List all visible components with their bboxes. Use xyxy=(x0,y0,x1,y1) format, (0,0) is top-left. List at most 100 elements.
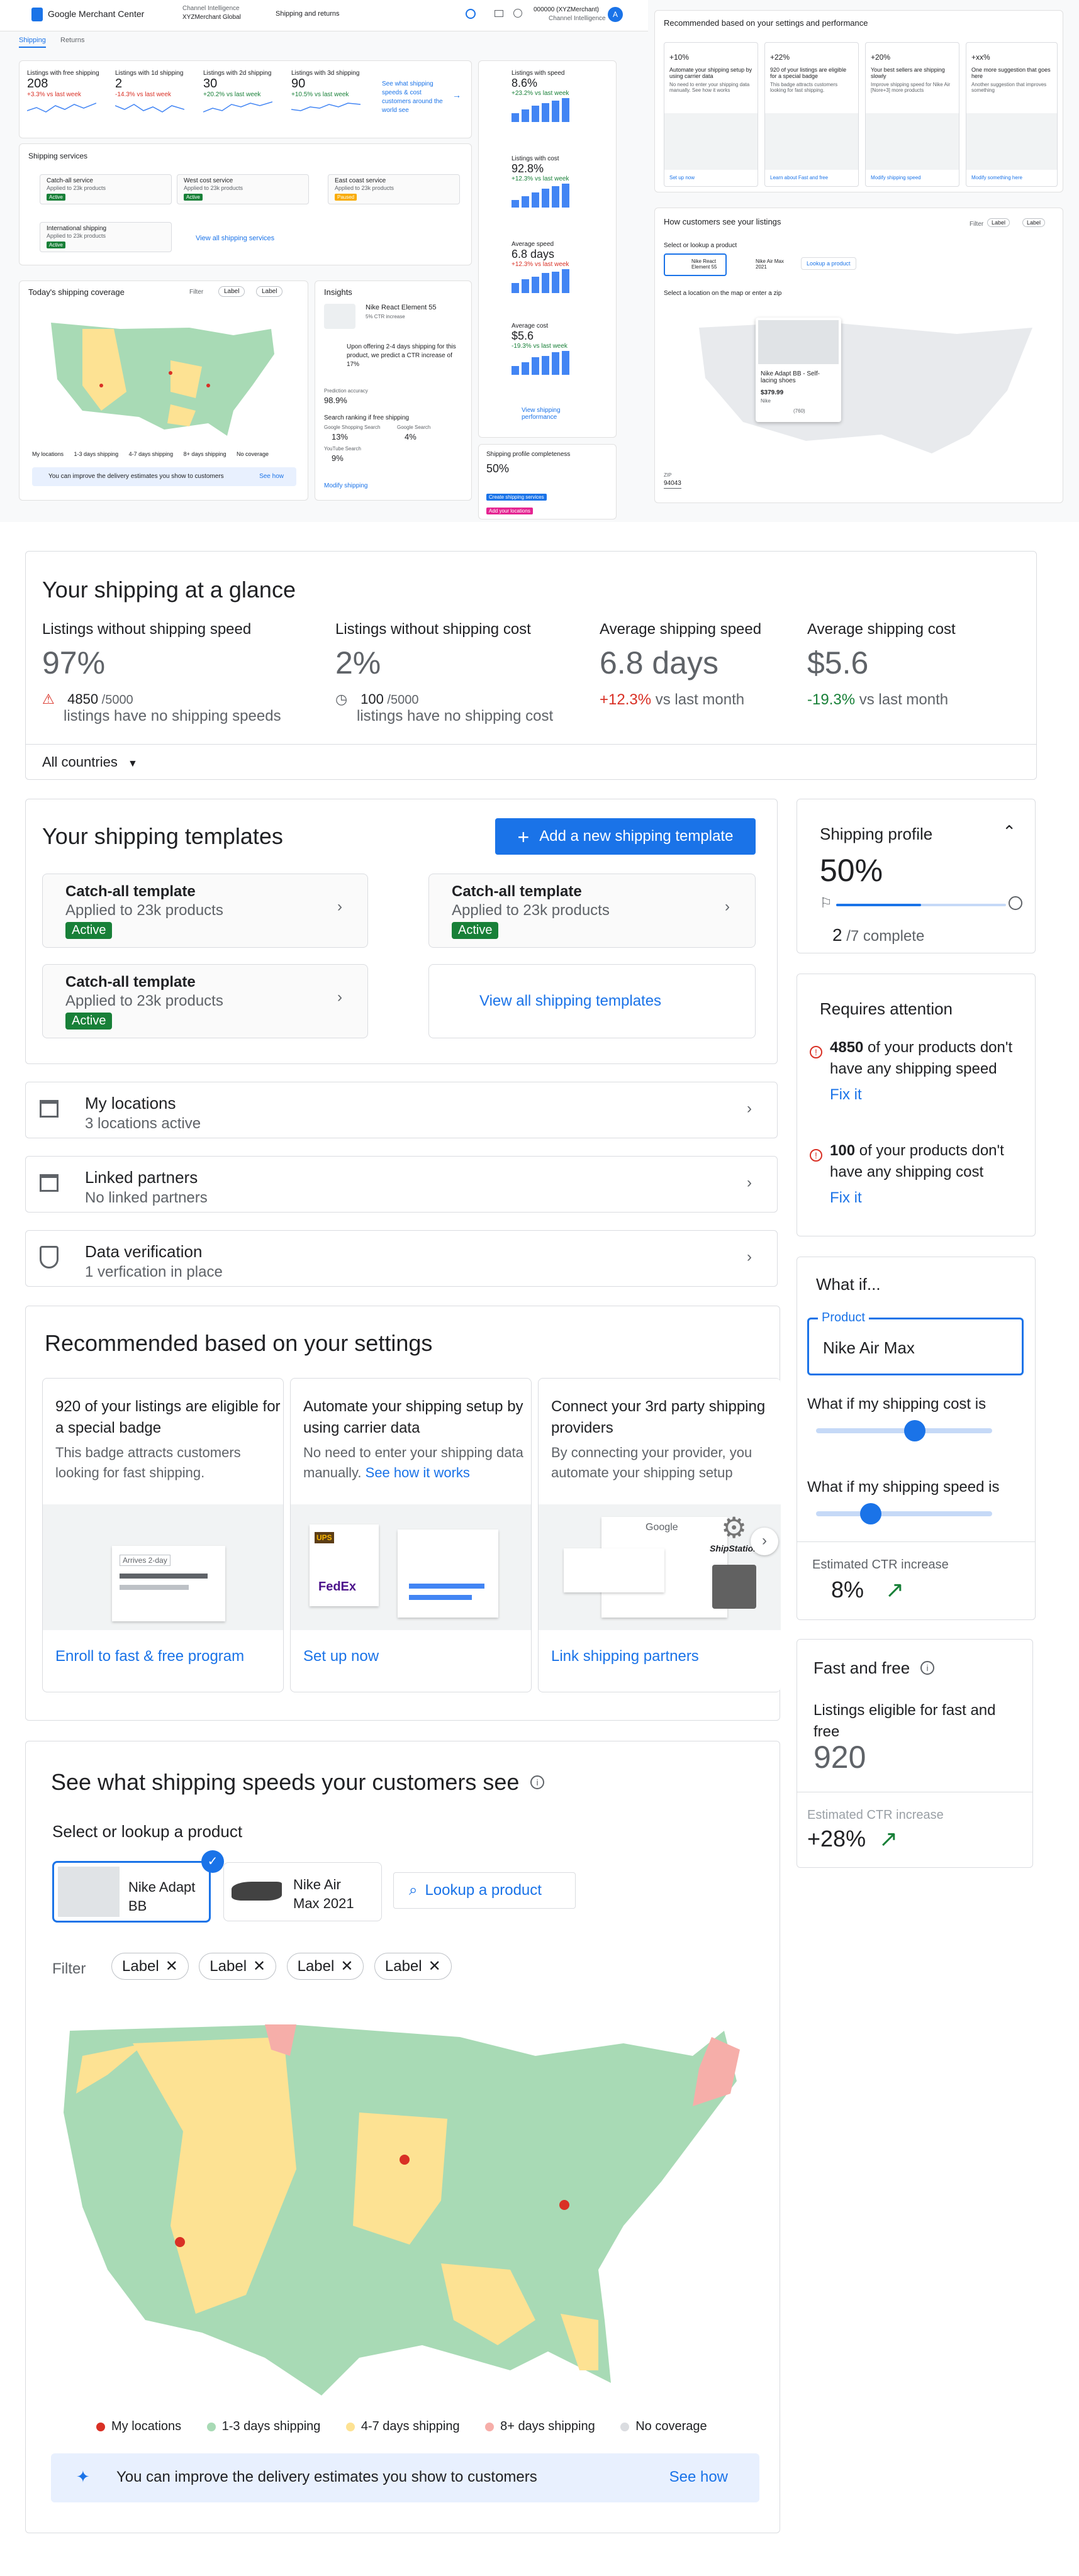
popup-brand: Nike xyxy=(761,398,771,404)
add-template-button[interactable]: + Add a new shipping template xyxy=(495,818,756,855)
help-icon[interactable] xyxy=(466,9,476,19)
ctr-label: Estimated CTR increase xyxy=(807,1808,944,1822)
countries-dropdown[interactable]: All countries ▼ xyxy=(42,754,138,770)
shipping-speed-map[interactable] xyxy=(57,2018,756,2402)
g-search-value: 4% xyxy=(405,432,417,441)
speeds-title: See what shipping speeds your customers … xyxy=(51,1769,520,1795)
close-icon[interactable]: ✕ xyxy=(253,1957,266,1975)
partners-row[interactable]: Linked partners No linked partners › xyxy=(25,1156,778,1213)
service-card[interactable]: West cost service Applied to 23k product… xyxy=(177,174,309,204)
fix-it-link[interactable]: Fix it xyxy=(830,1086,862,1104)
mail-icon[interactable] xyxy=(495,10,503,17)
customers-map[interactable] xyxy=(693,309,1045,460)
template-card[interactable]: Catch-all template Applied to 23k produc… xyxy=(42,964,368,1038)
filter-chip[interactable]: Label xyxy=(218,286,245,297)
info-icon[interactable]: i xyxy=(920,1661,934,1675)
view-all-templates[interactable]: View all shipping templates xyxy=(428,964,756,1038)
product-option-selected[interactable]: Nike Adapt BB ✓ xyxy=(52,1850,224,1923)
template-status: Active xyxy=(65,1013,113,1030)
rec-link[interactable]: Learn about Fast and free xyxy=(770,175,828,180)
lookup-button[interactable]: Lookup a product xyxy=(801,257,856,270)
stat-value: $5.6 xyxy=(807,645,869,680)
verification-row[interactable]: Data verification 1 verfication in place… xyxy=(25,1230,778,1287)
see-how-link[interactable]: See how xyxy=(669,2468,728,2486)
see-how-it-works-link[interactable]: See how it works xyxy=(366,1465,470,1480)
fix-it-link[interactable]: Fix it xyxy=(830,1189,862,1207)
locations-row[interactable]: My locations 3 locations active › xyxy=(25,1082,778,1138)
lookup-button[interactable]: ⌕ Lookup a product xyxy=(393,1872,576,1909)
rec-mini-card[interactable]: +xx% One more suggestion that goes here … xyxy=(966,42,1058,187)
filter-chip[interactable]: Label xyxy=(1022,218,1046,227)
yt-value: 9% xyxy=(332,453,344,463)
trend-up-icon: ↗ xyxy=(879,1826,898,1852)
carousel-next-button[interactable]: › xyxy=(751,1528,778,1555)
info-icon[interactable] xyxy=(513,9,522,18)
rec-card-badge[interactable]: 920 of your listings are eligible for a … xyxy=(42,1378,284,1692)
improve-banner: You can improve the delivery estimates y… xyxy=(32,467,296,486)
info-icon[interactable]: i xyxy=(530,1775,544,1789)
close-icon[interactable]: ✕ xyxy=(165,1957,178,1975)
product-thumb xyxy=(324,304,355,329)
filter-chip[interactable]: Label ✕ xyxy=(286,1953,364,1980)
rec-illustration xyxy=(664,113,758,170)
avatar[interactable]: A xyxy=(608,7,623,22)
see-how-link[interactable]: See how xyxy=(259,473,284,480)
store-icon xyxy=(40,1100,59,1118)
insight-product: Nike React Element 55 xyxy=(366,304,437,311)
filter-chip[interactable]: Label ✕ xyxy=(374,1953,452,1980)
service-card[interactable]: Catch-all service Applied to 23k product… xyxy=(40,174,172,204)
arrow-right-icon[interactable]: → xyxy=(452,90,461,100)
rec-sub: Another suggestion that improves somethi… xyxy=(971,82,1047,93)
zip-input[interactable]: 94043 xyxy=(664,480,681,489)
rec-mini-card[interactable]: +20% Your best sellers are shipping slow… xyxy=(865,42,959,187)
service-card[interactable]: East coast service Applied to 23k produc… xyxy=(328,174,460,204)
template-card[interactable]: Catch-all template Applied to 23k produc… xyxy=(428,874,756,948)
speed-slider[interactable] xyxy=(816,1503,992,1524)
filter-chip[interactable]: Label xyxy=(256,286,283,297)
service-card[interactable]: International shipping Applied to 23k pr… xyxy=(40,222,172,252)
plus-icon: + xyxy=(517,825,530,848)
product-option[interactable]: Nike Air Max 2021 xyxy=(223,1862,382,1921)
slider-thumb[interactable] xyxy=(904,1420,925,1441)
filter-chip[interactable]: Label ✕ xyxy=(111,1953,189,1980)
rec-link[interactable]: Modify something here xyxy=(971,175,1022,180)
metric-delta: +23.2% vs last week xyxy=(512,90,569,97)
cost-slider[interactable] xyxy=(816,1420,992,1441)
link-partners-link[interactable]: Link shipping partners xyxy=(551,1648,699,1665)
product-field[interactable]: Product Nike Air Max xyxy=(807,1311,1024,1375)
view-performance-link[interactable]: View shipping performance xyxy=(522,407,578,421)
coverage-map[interactable] xyxy=(45,316,284,442)
set-up-now-link[interactable]: Set up now xyxy=(303,1648,379,1665)
rec-link[interactable]: Modify shipping speed xyxy=(871,175,921,180)
filter-chip[interactable]: Label ✕ xyxy=(199,1953,277,1980)
view-all-services[interactable]: View all shipping services xyxy=(196,235,274,242)
rec-link[interactable]: Set up now xyxy=(669,175,695,180)
profile-chip[interactable]: Add your locations xyxy=(486,508,533,514)
product-option[interactable]: Nike React Element 55 xyxy=(664,253,727,276)
close-icon[interactable]: ✕ xyxy=(340,1957,353,1975)
modify-shipping-link[interactable]: Modify shipping xyxy=(324,482,367,489)
rec-mini-card[interactable]: +10% Automate your shipping setup by usi… xyxy=(664,42,758,187)
legend-no-coverage: No coverage xyxy=(620,2419,707,2434)
collapse-icon[interactable]: ⌃ xyxy=(1002,822,1016,841)
account-switcher[interactable]: XYZMerchant Global xyxy=(182,14,241,21)
rec-sub: This badge attracts customers looking fo… xyxy=(55,1445,241,1480)
close-icon[interactable]: ✕ xyxy=(428,1957,441,1975)
promo-link[interactable]: See what shipping speeds & cost customer… xyxy=(382,80,451,115)
product-popup[interactable]: Nike Adapt BB - Self-lacing shoes $379.9… xyxy=(756,318,841,422)
profile-chip[interactable]: Create shipping services xyxy=(486,494,547,501)
top-header: Google Merchant Center Channel Intellige… xyxy=(0,0,648,31)
tab-shipping[interactable]: Shipping xyxy=(19,36,46,48)
template-card[interactable]: Catch-all template Applied to 23k produc… xyxy=(42,874,368,948)
rec-card-partners[interactable]: Connect your 3rd party shipping provider… xyxy=(538,1378,781,1692)
enroll-link[interactable]: Enroll to fast & free program xyxy=(55,1648,244,1665)
top-right-mock: Recommended based on your settings and p… xyxy=(648,0,1079,522)
slider-thumb[interactable] xyxy=(860,1503,881,1524)
tab-returns[interactable]: Returns xyxy=(60,36,85,44)
rec-card-carrier[interactable]: Automate your shipping setup by using ca… xyxy=(290,1378,532,1692)
filter-chip[interactable]: Label xyxy=(987,218,1010,227)
profile-total: /7 complete xyxy=(842,928,925,945)
rec-mini-card[interactable]: +22% 920 of your listings are eligible f… xyxy=(764,42,859,187)
product-option[interactable]: Nike Air Max 2021 xyxy=(733,255,793,275)
filter-chip-label: Label xyxy=(122,1957,159,1975)
